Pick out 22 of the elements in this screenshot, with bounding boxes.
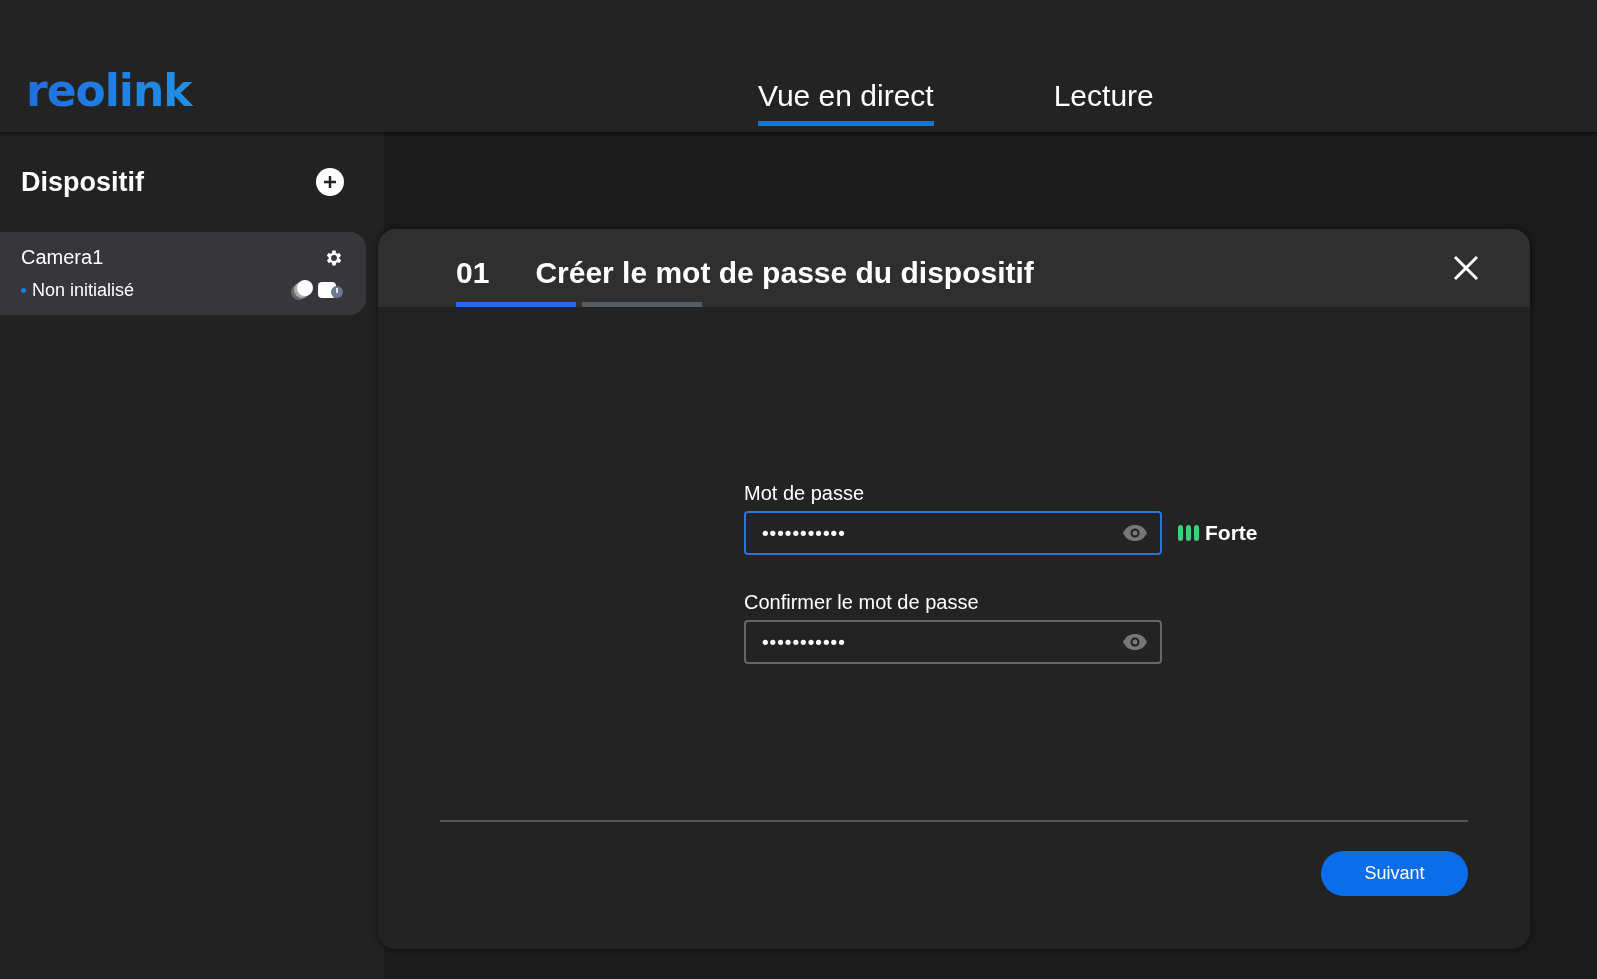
password-value: ••••••••••• (760, 522, 845, 544)
device-status: Non initialisé (32, 279, 135, 301)
camera-alert-icon (318, 280, 344, 300)
add-icon[interactable] (316, 168, 344, 196)
field-label: Mot de passe (744, 482, 866, 505)
next-button[interactable]: Suivant (1321, 851, 1468, 896)
eye-icon[interactable] (1122, 524, 1148, 542)
close-button[interactable] (1452, 254, 1480, 282)
nav-tab[interactable]: Lecture (1053, 79, 1154, 126)
step-number: 01 (456, 256, 490, 290)
strength-label: Forte (1205, 521, 1258, 545)
password-field[interactable]: ••••••••••• (744, 620, 1162, 664)
sidebar-title: Dispositif (21, 166, 144, 198)
password-field[interactable]: ••••••••••• (744, 511, 1162, 555)
dialog-title: Créer le mot de passe du dispositif (535, 256, 1034, 290)
field-label: Confirmer le mot de passe (744, 591, 980, 614)
nav-tab[interactable]: Vue en direct (758, 79, 934, 126)
device-name: Camera1 (21, 246, 104, 269)
device-item[interactable]: Camera1 Non initialisé (0, 232, 366, 315)
password-value: ••••••••••• (760, 631, 845, 653)
circles-icon (290, 279, 314, 301)
eye-icon[interactable] (1122, 633, 1148, 651)
